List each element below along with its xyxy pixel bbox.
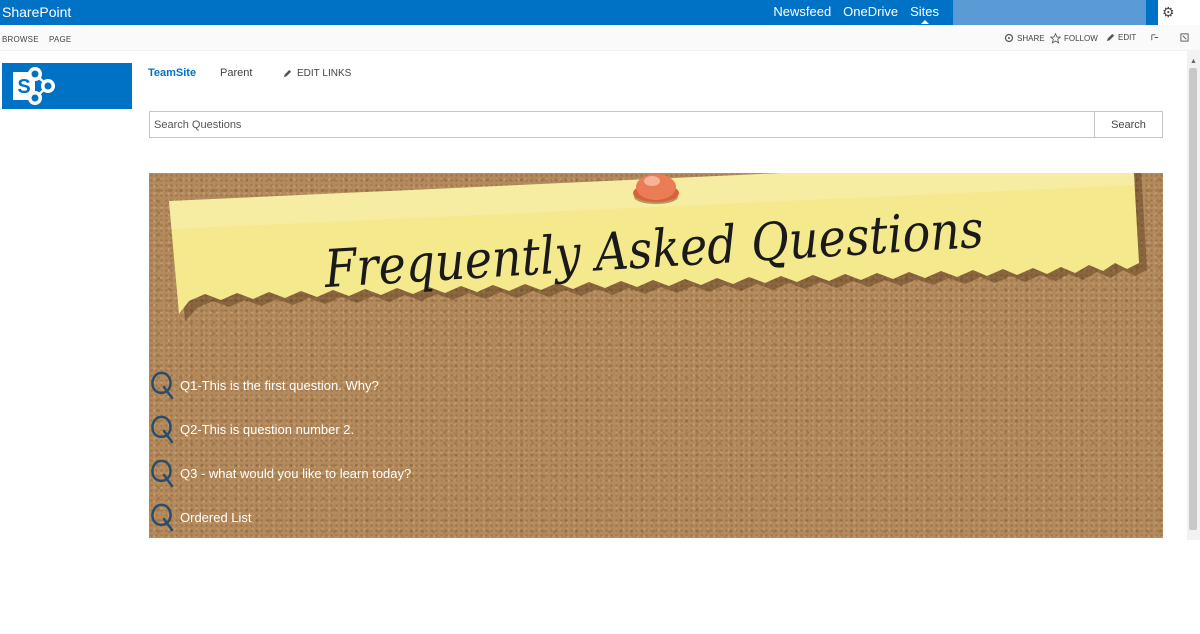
share-label: SHARE	[1017, 33, 1045, 43]
sync-button[interactable]	[1150, 33, 1159, 42]
tab-browse[interactable]: BROWSE	[2, 35, 39, 44]
nav-parent[interactable]: Parent	[220, 67, 252, 79]
pencil-icon	[1106, 33, 1115, 42]
onedrive-link[interactable]: OneDrive	[843, 4, 898, 19]
focus-button[interactable]	[1180, 33, 1189, 42]
suite-links: Newsfeed OneDrive Sites	[773, 4, 939, 24]
search-button[interactable]: Search	[1094, 111, 1163, 138]
question-q-icon	[151, 503, 174, 532]
scrollbar-thumb[interactable]	[1189, 68, 1197, 530]
sharepoint-brand[interactable]: SharePoint	[2, 4, 71, 20]
faq-question-text: Q1-This is the first question. Why?	[180, 377, 379, 393]
search-questions-input[interactable]	[149, 111, 1094, 138]
sharepoint-logo-icon: S	[13, 67, 55, 105]
question-q-icon	[151, 415, 174, 444]
faq-question-text: Q3 - what would you like to learn today?	[180, 465, 412, 481]
edit-button[interactable]: EDIT	[1106, 33, 1136, 42]
tab-page[interactable]: PAGE	[49, 35, 71, 44]
newsfeed-link[interactable]: Newsfeed	[773, 4, 831, 19]
nav-teamsite[interactable]: TeamSite	[148, 67, 196, 79]
follow-label: FOLLOW	[1064, 34, 1098, 43]
ribbon-bar: BROWSE PAGE SHARE FOLLOW EDIT	[0, 25, 1200, 51]
share-icon	[1004, 33, 1014, 43]
question-q-icon	[151, 459, 174, 488]
faq-item[interactable]: Ordered List	[149, 502, 252, 532]
share-button[interactable]: SHARE	[1004, 33, 1045, 43]
focus-icon	[1180, 33, 1189, 42]
user-tile[interactable]	[953, 0, 1146, 25]
faq-corkboard: Frequently Asked Questions Q1-This is th…	[149, 173, 1163, 538]
star-icon	[1050, 33, 1061, 44]
edit-links-label: EDIT LINKS	[297, 68, 352, 79]
pushpin-icon	[633, 174, 679, 204]
faq-item[interactable]: Q2-This is question number 2.	[149, 414, 354, 444]
faq-item[interactable]: Q3 - what would you like to learn today?	[149, 458, 411, 488]
question-q-icon	[151, 371, 174, 400]
scroll-up-arrow-icon[interactable]: ▲	[1190, 58, 1197, 65]
sites-link[interactable]: Sites	[910, 4, 939, 24]
edit-label: EDIT	[1118, 33, 1137, 42]
follow-button[interactable]: FOLLOW	[1050, 33, 1098, 44]
logo-letter: S	[17, 76, 30, 98]
faq-question-text: Ordered List	[180, 509, 252, 525]
gear-icon[interactable]: ⚙	[1162, 4, 1175, 21]
site-logo[interactable]: S	[2, 63, 132, 109]
faq-question-text: Q2-This is question number 2.	[180, 421, 355, 437]
pencil-icon	[283, 69, 292, 78]
faq-item[interactable]: Q1-This is the first question. Why?	[149, 370, 379, 400]
edit-links-button[interactable]: EDIT LINKS	[283, 68, 351, 79]
sync-icon	[1151, 34, 1159, 41]
